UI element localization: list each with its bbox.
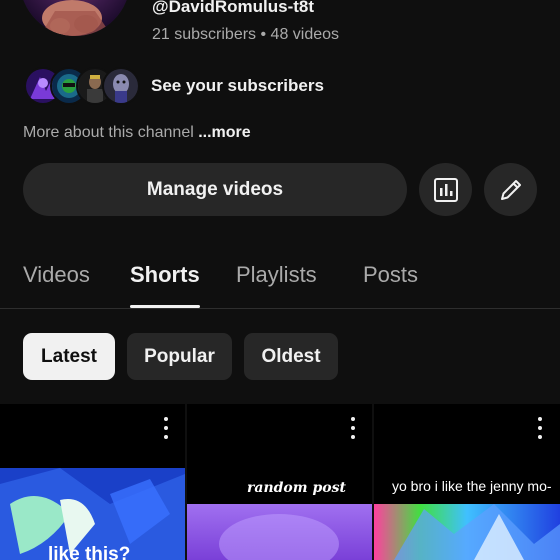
channel-avatar-image <box>20 0 130 36</box>
subscriber-avatar <box>102 67 140 105</box>
short-caption: like this? <box>48 544 131 560</box>
channel-stats: 21 subscribers • 48 videos <box>152 26 340 43</box>
short-thumbnail-image <box>0 404 185 560</box>
subscriber-avatars[interactable] <box>24 67 140 105</box>
short-caption: yo bro i like the jenny mo- <box>392 478 552 494</box>
channel-about-link[interactable]: More about this channel ...more <box>23 124 251 142</box>
channel-handle: @DavidRomulus-t8t <box>152 0 315 16</box>
short-caption: random post <box>247 480 346 496</box>
more-options-icon[interactable] <box>162 417 170 439</box>
short-thumbnail[interactable]: random post <box>187 404 372 560</box>
about-prefix: More about this channel <box>23 124 199 141</box>
pencil-icon <box>500 179 521 200</box>
tab-posts[interactable]: Posts <box>363 262 418 288</box>
tab-shorts[interactable]: Shorts <box>130 262 200 288</box>
short-thumbnail[interactable]: yo bro i like the jenny mo- <box>374 404 560 560</box>
chip-popular[interactable]: Popular <box>127 333 232 380</box>
analytics-icon <box>433 177 458 202</box>
chip-oldest[interactable]: Oldest <box>244 333 338 380</box>
chip-latest[interactable]: Latest <box>23 333 115 380</box>
see-subscribers-link[interactable]: See your subscribers <box>151 76 324 96</box>
short-thumbnail[interactable]: like this? <box>0 404 185 560</box>
analytics-button[interactable] <box>419 163 472 216</box>
tab-videos[interactable]: Videos <box>23 262 90 288</box>
tab-playlists[interactable]: Playlists <box>236 262 317 288</box>
tab-divider <box>0 308 560 309</box>
more-options-icon[interactable] <box>349 417 357 439</box>
manage-videos-button[interactable]: Manage videos <box>23 163 407 216</box>
channel-avatar[interactable] <box>20 0 130 36</box>
edit-channel-button[interactable] <box>484 163 537 216</box>
more-link[interactable]: ...more <box>198 124 250 141</box>
more-options-icon[interactable] <box>536 417 544 439</box>
